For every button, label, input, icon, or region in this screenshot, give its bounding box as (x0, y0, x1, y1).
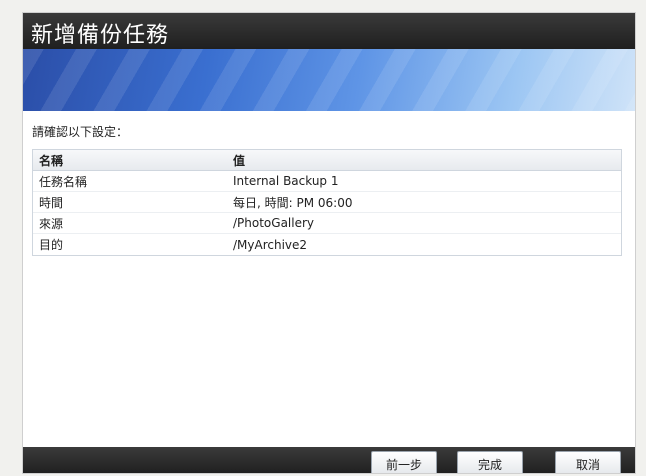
table-header-row: 名稱 值 (33, 150, 621, 171)
title-bar: 新增備份任務 (23, 13, 635, 49)
finish-button[interactable]: 完成 (457, 451, 523, 473)
row-name: 時間 (39, 195, 64, 210)
row-value: Internal Backup 1 (233, 174, 339, 188)
confirm-prompt: 請確認以下設定： (32, 125, 129, 139)
table-row: 來源 /PhotoGallery (33, 213, 621, 234)
table-row: 目的 /MyArchive2 (33, 234, 621, 255)
table-row: 任務名稱 Internal Backup 1 (33, 171, 621, 192)
column-header-name: 名稱 (39, 153, 64, 168)
row-value: /PhotoGallery (233, 216, 315, 230)
dialog-footer: 前一步 完成 取消 (23, 447, 635, 473)
backup-task-dialog: 新增備份任務 請確認以下設定： 名稱 值 任務名稱 Internal Backu… (22, 12, 636, 474)
dialog-title: 新增備份任務 (31, 23, 170, 48)
dialog-content: 請確認以下設定： 名稱 值 任務名稱 Internal Backup 1 時間 … (23, 111, 635, 447)
table-row: 時間 每日, 時間: PM 06:00 (33, 192, 621, 213)
row-value: /MyArchive2 (233, 237, 308, 252)
header-banner (23, 49, 635, 111)
row-name: 任務名稱 (39, 174, 88, 189)
settings-table: 名稱 值 任務名稱 Internal Backup 1 時間 每日, 時間: P… (32, 149, 622, 256)
row-name: 目的 (39, 238, 64, 252)
column-header-value: 值 (233, 153, 246, 168)
cancel-button[interactable]: 取消 (555, 451, 621, 473)
previous-button[interactable]: 前一步 (371, 451, 437, 473)
row-name: 來源 (39, 216, 64, 231)
row-value: 每日, 時間: PM 06:00 (233, 195, 353, 210)
